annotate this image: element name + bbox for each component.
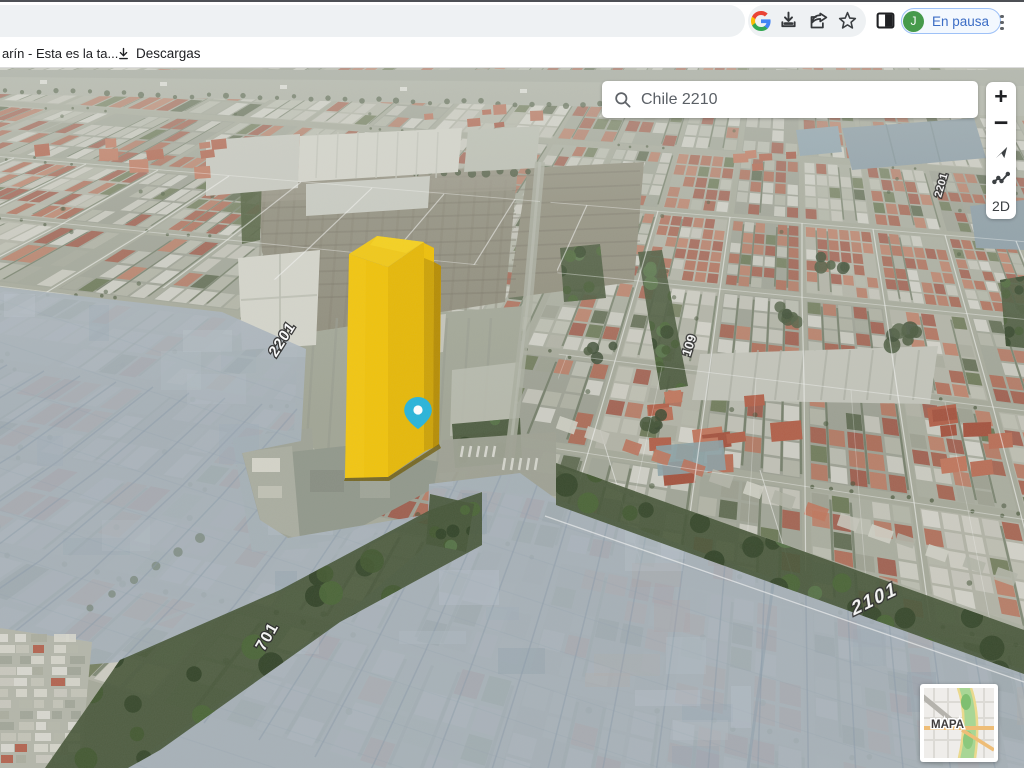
svg-text:MAPA: MAPA <box>931 719 964 731</box>
